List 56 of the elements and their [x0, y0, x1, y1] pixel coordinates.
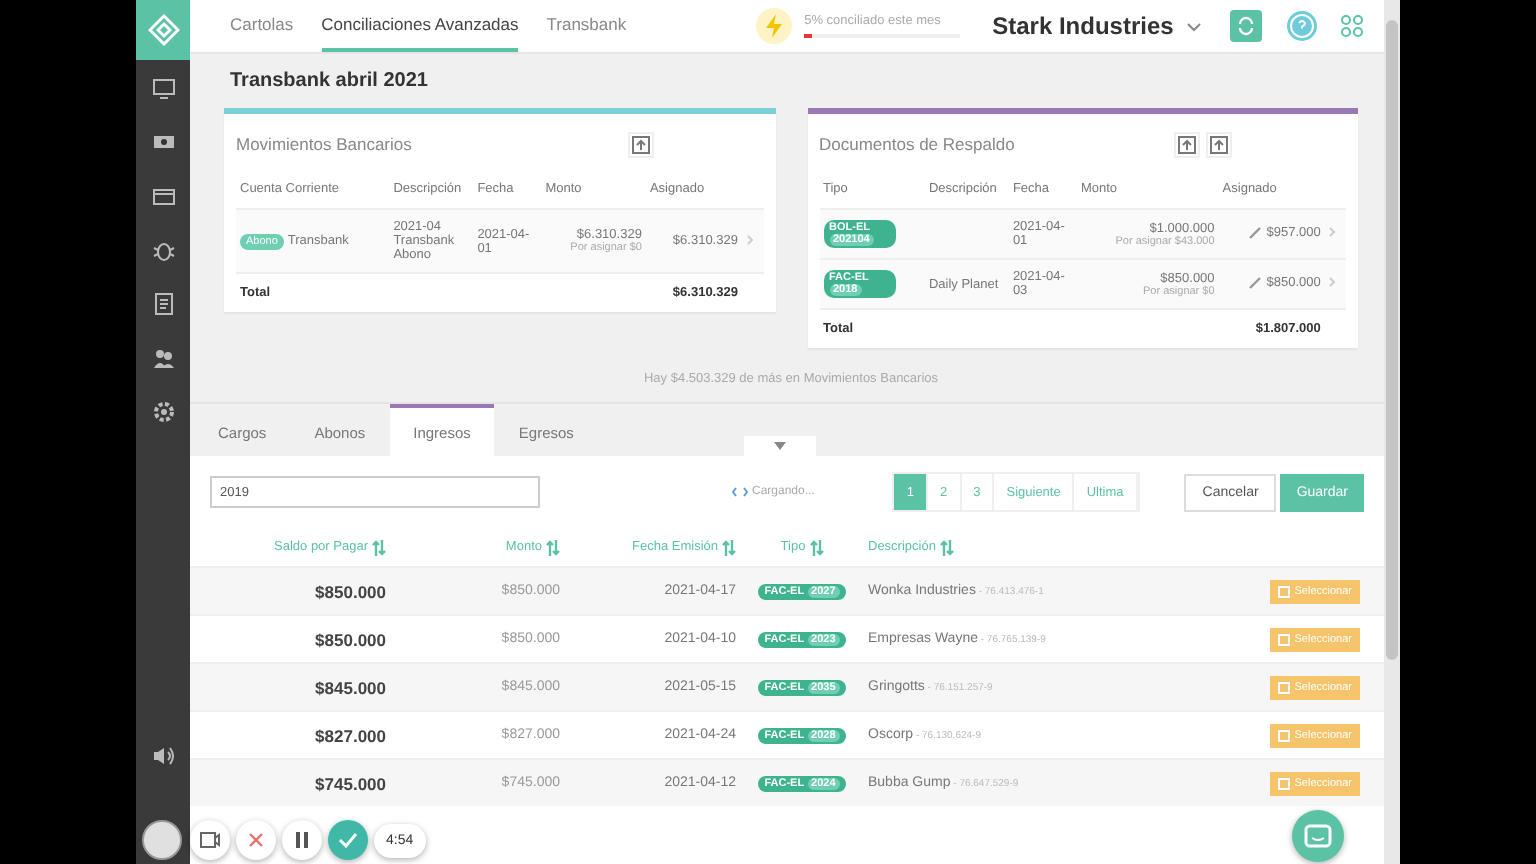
- card-icon[interactable]: [151, 184, 175, 208]
- square-icon: [1278, 777, 1291, 789]
- chevron-icon[interactable]: [745, 233, 754, 245]
- lightning-icon: [756, 8, 793, 44]
- chat-icon: [1304, 824, 1332, 848]
- sort-icon[interactable]: [372, 539, 386, 555]
- scroll-bar[interactable]: [1384, 0, 1400, 864]
- upload-button[interactable]: [1174, 131, 1200, 157]
- balance-cell: $850.000: [190, 615, 388, 663]
- caret-icon: [774, 442, 786, 450]
- sort-icon[interactable]: [546, 539, 560, 555]
- upload-icon: [1178, 135, 1196, 153]
- balance-cell: $827.000: [190, 711, 388, 759]
- apps-icon[interactable]: [1339, 14, 1364, 38]
- bug-icon[interactable]: [151, 238, 175, 262]
- sort-icon[interactable]: [722, 539, 736, 555]
- square-icon: [1278, 585, 1291, 597]
- chevron-icon[interactable]: [1328, 276, 1337, 288]
- nav-tab[interactable]: Transbank: [546, 0, 627, 52]
- spinner-icon: [732, 486, 748, 498]
- check-icon: [338, 832, 358, 848]
- balance-cell: $850.000: [190, 567, 388, 615]
- upload-button[interactable]: [1206, 131, 1232, 157]
- upload-icon: [1210, 135, 1228, 153]
- pencil-icon[interactable]: [1248, 275, 1263, 289]
- help-icon[interactable]: [1285, 10, 1318, 42]
- pencil-icon[interactable]: [1248, 225, 1263, 239]
- square-icon: [1278, 633, 1291, 645]
- refresh-icon: [1235, 16, 1256, 36]
- balance-cell: $745.000: [190, 759, 388, 806]
- company-dropdown[interactable]: Stark Industries: [992, 12, 1202, 40]
- cash-icon[interactable]: [151, 130, 175, 154]
- card-title: Movimientos Bancarios: [236, 134, 414, 154]
- monitor-icon[interactable]: [151, 76, 175, 100]
- chevron-icon[interactable]: [1328, 226, 1337, 238]
- square-icon: [1278, 681, 1291, 693]
- speaker-icon[interactable]: [151, 746, 175, 766]
- sort-icon[interactable]: [939, 539, 954, 555]
- nav-tab[interactable]: Cartolas: [230, 0, 294, 52]
- gear-icon[interactable]: [151, 400, 175, 424]
- close-icon: [248, 832, 264, 848]
- upload-icon: [631, 135, 649, 153]
- camera-icon: [200, 830, 220, 850]
- upload-button[interactable]: [627, 131, 653, 157]
- collapse-button[interactable]: [744, 436, 816, 456]
- users-icon[interactable]: [151, 346, 175, 370]
- refresh-button[interactable]: [1229, 10, 1262, 42]
- square-icon: [1278, 729, 1291, 741]
- page-title: Transbank abril 2021: [230, 70, 430, 92]
- document-icon[interactable]: [151, 292, 175, 316]
- pause-icon: [294, 832, 310, 848]
- chevron-icon: [1185, 21, 1202, 31]
- logo-icon[interactable]: [136, 0, 190, 60]
- sort-icon[interactable]: [809, 539, 824, 555]
- card-title: Documentos de Respaldo: [819, 134, 1017, 154]
- balance-cell: $845.000: [190, 663, 388, 711]
